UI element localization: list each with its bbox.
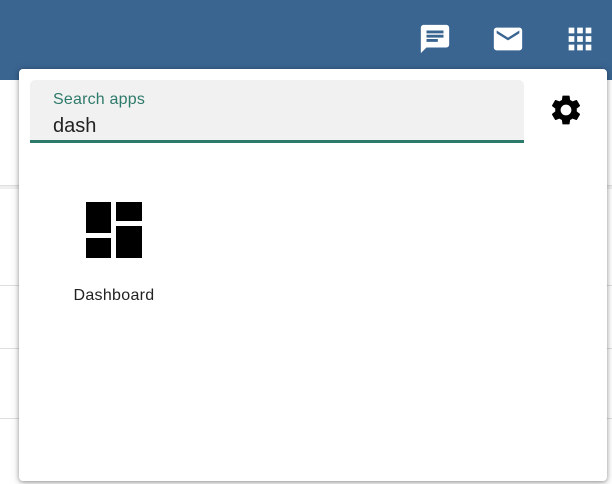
apps-grid-icon[interactable]: [563, 22, 597, 56]
app-launcher-popup: Search apps Dashboard: [19, 69, 607, 481]
gear-icon[interactable]: [547, 91, 585, 129]
search-apps-label: Search apps: [53, 91, 146, 108]
page: Search apps Dashboard: [0, 0, 612, 484]
top-app-bar: [0, 0, 612, 80]
app-label-dashboard: Dashboard: [73, 287, 155, 304]
dashboard-icon: [86, 202, 142, 258]
search-apps-input[interactable]: [53, 115, 513, 138]
mail-icon[interactable]: [491, 22, 525, 56]
search-apps-field[interactable]: Search apps: [30, 80, 524, 143]
chat-icon[interactable]: [418, 22, 452, 56]
app-tile-dashboard[interactable]: Dashboard: [62, 191, 166, 316]
